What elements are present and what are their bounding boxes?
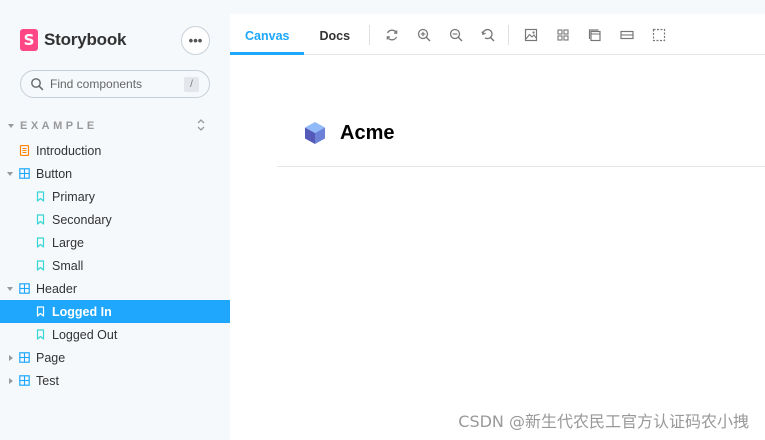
background-icon bbox=[524, 28, 538, 41]
tree-item-label: Logged In bbox=[52, 304, 112, 319]
tree-item-label: Secondary bbox=[52, 212, 112, 227]
tree-item-label: Small bbox=[52, 258, 84, 273]
component-icon bbox=[19, 283, 36, 294]
tree-item-label: Header bbox=[36, 281, 77, 296]
background-button[interactable] bbox=[515, 15, 547, 55]
document-icon bbox=[19, 145, 36, 156]
bookmark-icon bbox=[35, 260, 52, 271]
toolbar: Canvas Docs bbox=[230, 15, 765, 55]
reload-button[interactable] bbox=[376, 15, 408, 55]
zoom-reset-icon bbox=[481, 28, 495, 41]
tree-item-primary[interactable]: Primary bbox=[0, 185, 230, 208]
caret-down-icon[interactable] bbox=[7, 286, 13, 291]
caret-right-icon[interactable] bbox=[9, 354, 13, 361]
component-tree: Introduction Button Primary Secondary Large S… bbox=[0, 139, 230, 392]
zoom-out-icon bbox=[449, 28, 463, 41]
measure-icon bbox=[620, 30, 634, 39]
zoom-in-icon bbox=[417, 28, 431, 41]
watermark: CSDN @新生代农民工官方认证码农小拽 bbox=[458, 412, 749, 431]
tree-item-header[interactable]: Header bbox=[0, 277, 230, 300]
grid-button[interactable] bbox=[547, 15, 579, 55]
component-icon bbox=[19, 375, 36, 386]
sidebar: S Storybook ••• / EXAMPLE Introduction Bu… bbox=[0, 0, 230, 440]
caret-down-icon[interactable] bbox=[7, 171, 13, 176]
section-label: EXAMPLE bbox=[20, 120, 98, 132]
outline-icon bbox=[652, 28, 666, 41]
search-input[interactable] bbox=[50, 77, 180, 91]
bookmark-icon bbox=[35, 329, 52, 340]
tree-item-logged-in[interactable]: Logged In bbox=[0, 300, 230, 323]
bookmark-icon bbox=[35, 237, 52, 248]
sidebar-menu-button[interactable]: ••• bbox=[181, 26, 210, 55]
tab-canvas[interactable]: Canvas bbox=[230, 15, 305, 55]
outline-button[interactable] bbox=[643, 15, 675, 55]
tab-docs[interactable]: Docs bbox=[304, 15, 365, 55]
viewport-icon bbox=[588, 28, 601, 41]
component-icon bbox=[19, 352, 36, 363]
measure-button[interactable] bbox=[611, 15, 643, 55]
viewport-button[interactable] bbox=[579, 15, 611, 55]
tree-item-label: Button bbox=[36, 166, 73, 181]
search-icon bbox=[31, 78, 44, 91]
tree-item-small[interactable]: Small bbox=[0, 254, 230, 277]
preview-header: Acme bbox=[277, 100, 765, 167]
storybook-logo-icon: S bbox=[20, 29, 38, 51]
acme-title: Acme bbox=[340, 121, 395, 144]
bookmark-icon bbox=[35, 191, 52, 202]
component-icon bbox=[19, 168, 36, 179]
toolbar-divider bbox=[369, 24, 371, 45]
tree-item-button[interactable]: Button bbox=[0, 162, 230, 185]
search-box[interactable]: / bbox=[20, 70, 210, 98]
tree-item-label: Test bbox=[36, 373, 59, 388]
zoom-in-button[interactable] bbox=[408, 15, 440, 55]
caret-down-icon bbox=[8, 124, 14, 128]
tree-item-large[interactable]: Large bbox=[0, 231, 230, 254]
tree-item-label: Primary bbox=[52, 189, 96, 204]
acme-cube-icon bbox=[305, 122, 325, 144]
top-strip bbox=[230, 0, 765, 14]
tree-item-logged-out[interactable]: Logged Out bbox=[0, 323, 230, 346]
section-example[interactable]: EXAMPLE bbox=[8, 118, 218, 134]
main-panel: Canvas Docs Acme bbox=[230, 0, 765, 440]
expand-collapse-icon[interactable] bbox=[196, 118, 206, 132]
tree-item-test[interactable]: Test bbox=[0, 369, 230, 392]
tree-item-label: Logged Out bbox=[52, 327, 118, 342]
reload-icon bbox=[386, 29, 398, 40]
search-shortcut-key: / bbox=[184, 77, 199, 92]
bookmark-icon bbox=[35, 306, 52, 317]
caret-right-icon[interactable] bbox=[9, 377, 13, 384]
tree-item-secondary[interactable]: Secondary bbox=[0, 208, 230, 231]
zoom-reset-button[interactable] bbox=[472, 15, 504, 55]
tree-item-page[interactable]: Page bbox=[0, 346, 230, 369]
tree-item-label: Large bbox=[52, 235, 84, 250]
grid-icon bbox=[557, 28, 569, 41]
toolbar-divider bbox=[508, 24, 510, 45]
zoom-out-button[interactable] bbox=[440, 15, 472, 55]
tree-item-introduction[interactable]: Introduction bbox=[0, 139, 230, 162]
bookmark-icon bbox=[35, 214, 52, 225]
tree-item-label: Page bbox=[36, 350, 66, 365]
brand-name: Storybook bbox=[44, 30, 127, 49]
tree-item-label: Introduction bbox=[36, 143, 102, 158]
storybook-brand[interactable]: S Storybook bbox=[20, 29, 126, 51]
